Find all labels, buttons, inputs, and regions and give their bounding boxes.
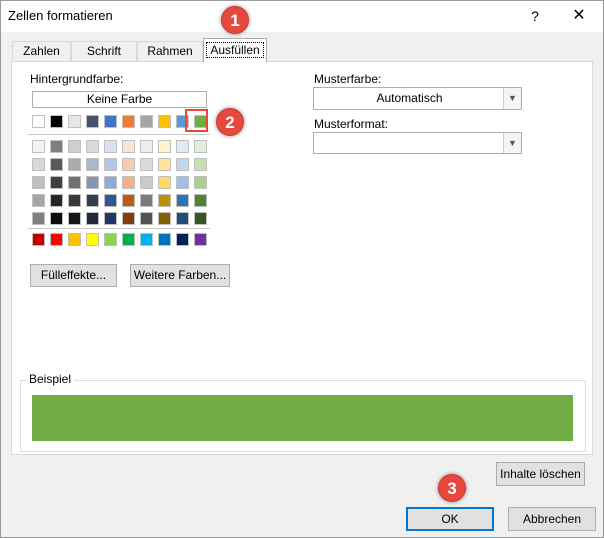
callout-marker-1: 1 [221,6,249,34]
tint-color-swatch[interactable] [140,194,153,207]
tint-color-swatch[interactable] [158,158,171,171]
close-button[interactable]: ✕ [561,3,597,29]
tint-color-swatch[interactable] [104,176,117,189]
tab-zahlen[interactable]: Zahlen [12,41,71,61]
tab-ausfuellen[interactable]: Ausfüllen [203,38,267,62]
chevron-down-icon[interactable]: ▼ [503,88,521,109]
selected-swatch-highlight [185,109,208,132]
theme-color-swatch[interactable] [140,115,153,128]
example-label: Beispiel [26,372,75,386]
tint-color-swatch[interactable] [194,158,207,171]
chevron-down-icon[interactable]: ▼ [503,133,521,153]
tint-color-swatch[interactable] [50,140,63,153]
tint-color-swatch[interactable] [176,194,189,207]
tint-color-swatch[interactable] [122,176,135,189]
tint-color-swatch[interactable] [140,212,153,225]
tint-color-swatch[interactable] [158,140,171,153]
tint-color-swatch[interactable] [104,212,117,225]
callout-marker-3: 3 [438,474,466,502]
tint-color-swatch[interactable] [176,176,189,189]
standard-color-swatch[interactable] [140,233,153,246]
tint-color-swatch[interactable] [176,158,189,171]
tint-color-swatch[interactable] [122,212,135,225]
tint-color-swatch[interactable] [194,140,207,153]
standard-color-swatch[interactable] [122,233,135,246]
tint-color-swatch[interactable] [140,158,153,171]
window-title: Zellen formatieren [8,8,113,23]
theme-color-swatch[interactable] [104,115,117,128]
standard-color-swatch[interactable] [86,233,99,246]
standard-color-swatch[interactable] [32,233,45,246]
tint-color-swatch[interactable] [140,140,153,153]
tint-color-swatch[interactable] [86,212,99,225]
tint-color-swatch[interactable] [86,194,99,207]
tint-color-swatch[interactable] [194,176,207,189]
tint-color-swatch[interactable] [68,158,81,171]
standard-color-swatch[interactable] [176,233,189,246]
tint-color-swatch[interactable] [140,176,153,189]
tint-color-swatch[interactable] [176,140,189,153]
no-color-button[interactable]: Keine Farbe [32,91,207,108]
tab-rahmen[interactable]: Rahmen [137,41,203,61]
tint-color-swatch[interactable] [158,176,171,189]
example-preview [32,395,573,441]
tint-color-swatch[interactable] [32,194,45,207]
fill-effects-button[interactable]: Fülleffekte... [30,264,117,287]
tint-color-swatch[interactable] [50,194,63,207]
cancel-button[interactable]: Abbrechen [508,507,596,531]
pattern-style-label: Musterformat: [314,117,389,131]
pattern-style-combobox[interactable]: ▼ [313,132,522,154]
standard-color-swatch[interactable] [50,233,63,246]
tint-color-swatch[interactable] [32,212,45,225]
tint-color-swatch[interactable] [194,194,207,207]
tint-color-swatch[interactable] [122,158,135,171]
tint-color-swatch[interactable] [86,176,99,189]
clear-contents-button[interactable]: Inhalte löschen [496,462,585,486]
tint-color-swatch[interactable] [50,158,63,171]
tint-color-swatch[interactable] [158,212,171,225]
standard-color-swatch[interactable] [158,233,171,246]
tint-color-swatch[interactable] [32,158,45,171]
theme-color-swatch[interactable] [50,115,63,128]
theme-color-swatch[interactable] [122,115,135,128]
tint-color-swatch[interactable] [32,140,45,153]
tint-color-swatch[interactable] [122,140,135,153]
tint-color-swatch[interactable] [32,176,45,189]
pattern-color-label: Musterfarbe: [314,72,382,86]
palette-divider [28,134,210,135]
theme-color-swatch[interactable] [158,115,171,128]
callout-marker-2: 2 [216,108,244,136]
theme-color-swatch[interactable] [86,115,99,128]
ok-button[interactable]: OK [406,507,494,531]
standard-color-swatch[interactable] [104,233,117,246]
background-color-label: Hintergrundfarbe: [30,72,124,86]
tint-color-swatch[interactable] [86,140,99,153]
tint-color-swatch[interactable] [104,158,117,171]
tint-color-swatch[interactable] [68,212,81,225]
tint-color-swatch[interactable] [158,194,171,207]
standard-color-swatch[interactable] [68,233,81,246]
tint-color-swatch[interactable] [68,140,81,153]
tint-color-swatch[interactable] [104,140,117,153]
help-button[interactable]: ? [520,3,550,29]
more-colors-button[interactable]: Weitere Farben... [130,264,230,287]
tint-color-swatch[interactable] [50,212,63,225]
tint-color-swatch[interactable] [50,176,63,189]
tint-color-swatch[interactable] [122,194,135,207]
tint-color-swatch[interactable] [86,158,99,171]
tint-color-swatch[interactable] [194,212,207,225]
palette-divider [28,228,210,229]
pattern-color-combobox[interactable]: Automatisch ▼ [313,87,522,110]
tint-color-swatch[interactable] [104,194,117,207]
standard-color-swatch[interactable] [194,233,207,246]
tint-color-swatch[interactable] [68,194,81,207]
tint-color-swatch[interactable] [176,212,189,225]
tint-color-swatch[interactable] [68,176,81,189]
pattern-style-value [318,133,503,153]
theme-color-swatch[interactable] [68,115,81,128]
theme-color-swatch[interactable] [32,115,45,128]
pattern-color-value: Automatisch [376,91,443,105]
tab-schrift[interactable]: Schrift [71,41,137,61]
